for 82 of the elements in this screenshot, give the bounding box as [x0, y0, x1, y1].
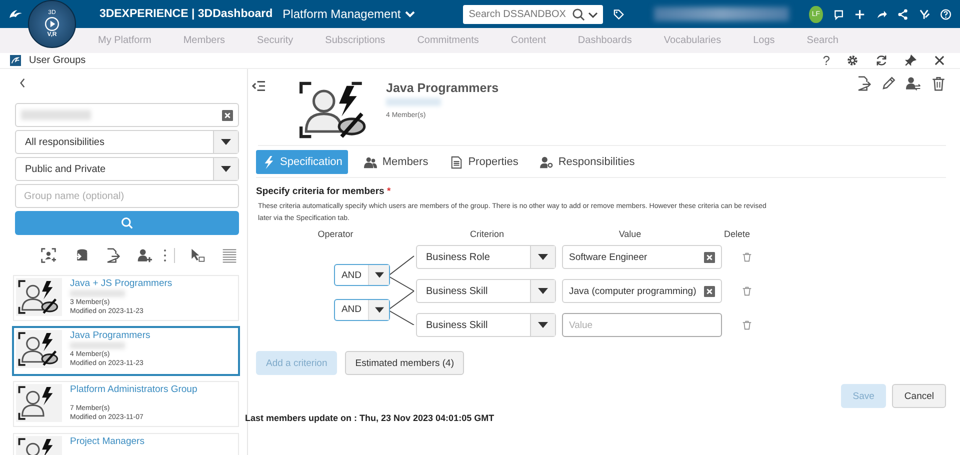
list-view-icon[interactable]	[222, 248, 237, 263]
operator-select[interactable]: AND	[334, 298, 390, 320]
trash-icon[interactable]	[742, 320, 752, 330]
group-icon	[16, 330, 62, 368]
window-title: User Groups	[29, 55, 86, 66]
group-name-link[interactable]: Java Programmers	[70, 330, 150, 341]
people-icon	[364, 156, 378, 168]
tab[interactable]: Members	[358, 150, 434, 174]
value-field[interactable]: Software Engineer	[562, 245, 722, 269]
group-name-link[interactable]: Platform Administrators Group	[70, 384, 198, 395]
tab[interactable]: Properties	[444, 150, 524, 174]
person-key-icon	[540, 156, 554, 168]
group-name-link[interactable]: Project Managers	[70, 436, 144, 447]
filter-select[interactable]: Public and Private	[15, 157, 239, 181]
filter-field[interactable]	[15, 103, 239, 127]
dropdown-arrow-icon[interactable]	[538, 254, 548, 260]
dropdown-arrow-icon[interactable]	[221, 139, 231, 145]
blurred-text	[70, 342, 125, 349]
group-icon	[16, 278, 62, 316]
brand-title: 3DEXPERIENCE | 3DDashboard	[99, 8, 273, 20]
blurred-text	[70, 290, 125, 297]
criterion-select[interactable]: Business Role	[416, 245, 556, 269]
lightning-icon	[262, 156, 275, 168]
caret-icon	[404, 10, 415, 18]
close-icon[interactable]	[933, 54, 946, 67]
group-name-field[interactable]: Group name (optional)	[15, 184, 239, 208]
group-list-item[interactable]: Project Managers	[13, 433, 239, 455]
estimated-members-button[interactable]: Estimated members (4)	[345, 351, 464, 375]
trash-icon[interactable]	[931, 76, 946, 91]
export-icon[interactable]	[105, 248, 120, 263]
trash-icon[interactable]	[742, 286, 752, 296]
operator-select[interactable]: AND	[334, 264, 390, 286]
play-icon[interactable]	[44, 16, 60, 32]
caret-icon[interactable]	[588, 10, 598, 18]
column-header: Criterion	[468, 229, 505, 241]
export-icon[interactable]	[856, 76, 871, 91]
cancel-button[interactable]: Cancel	[892, 384, 946, 408]
back-chevron-icon[interactable]	[19, 78, 26, 88]
dropdown-arrow-icon[interactable]	[374, 272, 384, 278]
search-icon	[121, 217, 133, 229]
column-header: Operator	[316, 229, 354, 241]
filter-select[interactable]: All responsibilities	[15, 130, 239, 154]
search-icon[interactable]	[572, 8, 585, 20]
clear-icon[interactable]	[704, 286, 715, 296]
blurred-text	[21, 110, 91, 120]
dropdown-arrow-icon[interactable]	[538, 288, 548, 294]
network-icon[interactable]	[897, 6, 909, 22]
scan-person-icon[interactable]	[41, 248, 56, 263]
clear-icon[interactable]	[222, 110, 233, 120]
last-update-text: Last members update on : Thu, 23 Nov 2023 04:01:05 GMT	[245, 413, 496, 423]
tag-icon[interactable]	[612, 6, 624, 22]
dropdown-arrow-icon[interactable]	[538, 322, 548, 328]
add-user-icon[interactable]	[137, 248, 152, 263]
criteria-heading: Specify criteria for members *	[256, 186, 392, 197]
collapse-panel-icon[interactable]	[252, 80, 266, 92]
more-icon[interactable]	[163, 248, 167, 263]
dashboard-menu[interactable]: Platform Management	[282, 7, 415, 21]
edit-icon[interactable]	[881, 76, 896, 91]
tab[interactable]: Responsibilities	[534, 150, 641, 174]
value-field[interactable]: Java (computer programming)	[562, 279, 722, 303]
pin-icon[interactable]	[904, 54, 917, 67]
criterion-select[interactable]: Business Skill	[416, 313, 556, 337]
help-icon[interactable]	[940, 6, 952, 22]
clear-icon[interactable]	[704, 252, 715, 262]
group-title: Java Programmers	[386, 81, 499, 95]
settings-icon[interactable]	[846, 54, 859, 67]
refresh-icon[interactable]	[875, 54, 888, 67]
help-button[interactable]: ?	[822, 53, 830, 68]
column-header: Value	[618, 229, 642, 241]
search-field[interactable]: Search DSSANDBOX	[462, 4, 603, 24]
column-header: Delete	[722, 229, 751, 241]
group-icon	[16, 384, 62, 422]
cursor-select-icon[interactable]	[190, 248, 205, 263]
user-transfer-icon[interactable]	[906, 76, 921, 91]
document-icon	[450, 156, 464, 168]
criterion-select[interactable]: Business Skill	[416, 279, 556, 303]
dropdown-arrow-icon[interactable]	[374, 306, 384, 312]
group-name-link[interactable]: Java + JS Programmers	[70, 278, 172, 289]
trash-icon[interactable]	[742, 252, 752, 262]
blurred-text	[386, 98, 441, 106]
value-field[interactable]: Value	[562, 313, 722, 337]
dropdown-arrow-icon[interactable]	[221, 166, 231, 172]
